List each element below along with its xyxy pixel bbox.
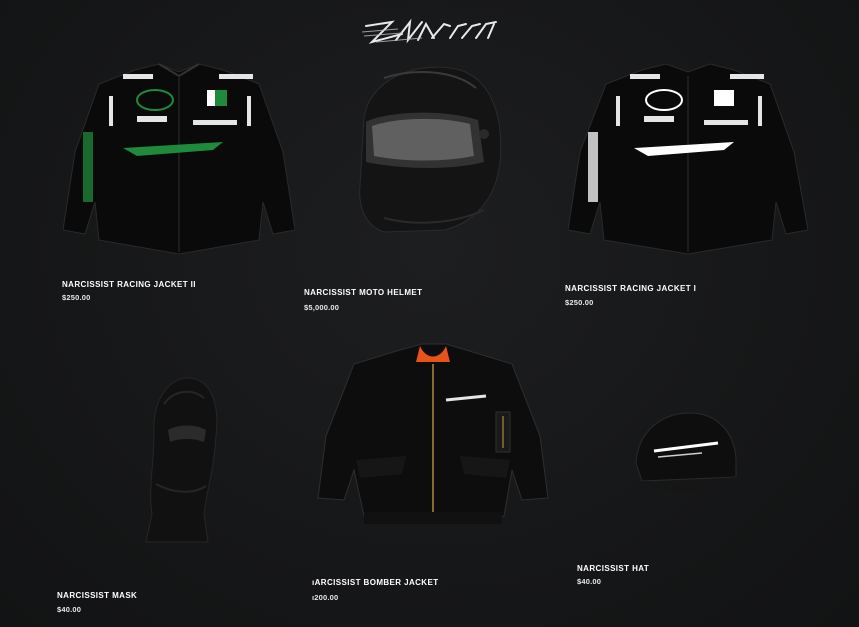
product-price: $5,000.00 — [304, 303, 340, 312]
bomber-jacket-icon — [317, 343, 549, 524]
product-name[interactable]: NARCISSIST MASK — [57, 591, 137, 600]
product-name[interactable]: NARCISSIST RACING JACKET II — [62, 280, 196, 289]
product-card-racing-jacket-ii[interactable]: NARCISSIST RACING JACKET II $250.00 — [55, 62, 305, 312]
product-card-mask[interactable]: NARCISSIST MASK $40.00 — [50, 370, 250, 620]
product-price: $40.00 — [57, 605, 82, 614]
balaclava-icon — [145, 377, 218, 543]
racing-jacket-green-icon — [63, 63, 295, 255]
product-card-moto-helmet[interactable]: NARCISSIST MOTO HELMET $5,000.00 — [300, 58, 550, 318]
product-card-racing-jacket-i[interactable]: NARCISSIST RACING JACKET I $250.00 — [560, 62, 810, 312]
narcissist-script-logo-icon — [362, 18, 497, 44]
product-price: $250.00 — [565, 298, 594, 307]
cap-icon — [635, 412, 737, 492]
product-card-bomber-jacket[interactable]: ıARCISSIST BOMBER JACKET ı200.00 — [308, 340, 558, 620]
product-image[interactable] — [316, 340, 550, 532]
product-name[interactable]: NARCISSIST HAT — [577, 564, 649, 573]
product-card-hat[interactable]: NARCISSIST HAT $40.00 — [570, 395, 770, 595]
product-image[interactable] — [632, 407, 738, 495]
brand-logo[interactable] — [362, 12, 502, 48]
product-name[interactable]: ıARCISSIST BOMBER JACKET — [312, 578, 439, 587]
helmet-icon — [359, 66, 502, 233]
racing-jacket-white-icon — [568, 63, 808, 255]
product-price: $250.00 — [62, 293, 91, 302]
product-image[interactable] — [63, 62, 295, 260]
product-image[interactable] — [134, 374, 224, 544]
product-image[interactable] — [344, 58, 504, 236]
product-image[interactable] — [568, 62, 808, 260]
product-name[interactable]: NARCISSIST RACING JACKET I — [565, 284, 696, 293]
product-price: $40.00 — [577, 577, 602, 586]
product-name[interactable]: NARCISSIST MOTO HELMET — [304, 288, 422, 297]
product-price: ı200.00 — [312, 593, 339, 602]
